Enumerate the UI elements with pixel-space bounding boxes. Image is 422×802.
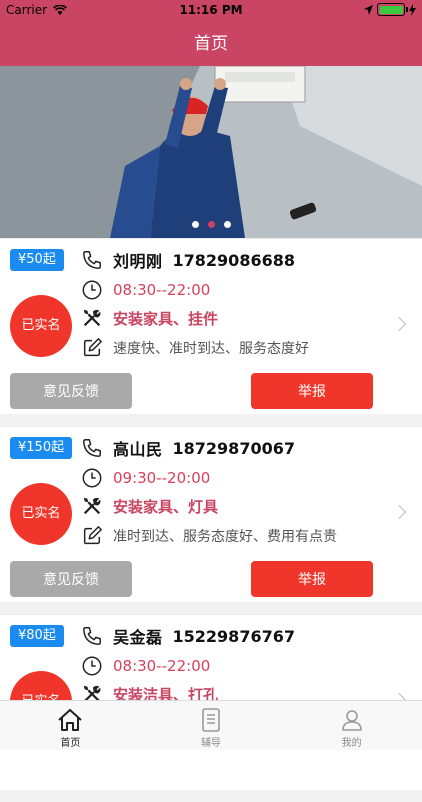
carousel-dots[interactable] [0, 221, 422, 228]
banner-image [0, 66, 422, 238]
status-time: 11:16 PM [179, 3, 243, 17]
tab-home[interactable]: 首页 [0, 701, 141, 750]
review-text: 速度快、准时到达、服务态度好 [113, 341, 309, 357]
price-badge: ¥50起 [10, 249, 64, 271]
worker-phone[interactable]: 15229876767 [173, 627, 295, 646]
service-type: 安装家具、灯具 [113, 497, 219, 516]
battery-icon [377, 3, 408, 16]
worker-name: 吴金磊 [113, 628, 163, 647]
tools-icon [80, 494, 104, 518]
verified-avatar: 已实名 [10, 295, 72, 357]
document-icon [141, 706, 282, 734]
worker-name: 刘明刚 [113, 252, 163, 271]
worker-phone[interactable]: 17829086688 [173, 251, 295, 270]
tab-home-label: 首页 [60, 738, 81, 749]
home-icon [0, 706, 141, 734]
service-type: 安装家具、挂件 [113, 309, 219, 328]
price-badge: ¥80起 [10, 625, 64, 647]
worker-card[interactable]: ¥150起 已实名 高山民 18729870067 09:30--20:00 安… [0, 426, 422, 602]
work-hours: 08:30--22:00 [113, 657, 211, 675]
clock-icon [80, 654, 104, 678]
carousel-dot[interactable] [191, 221, 199, 228]
worker-phone[interactable]: 18729870067 [173, 439, 295, 458]
phone-icon[interactable] [80, 436, 104, 460]
report-button[interactable]: 举报 [251, 373, 373, 409]
report-button[interactable]: 举报 [251, 561, 373, 597]
clock-icon [80, 278, 104, 302]
phone-icon[interactable] [80, 248, 104, 272]
carousel-dot[interactable] [223, 221, 231, 228]
charging-icon [409, 3, 416, 16]
tab-mine[interactable]: 我的 [281, 701, 422, 750]
feedback-button[interactable]: 意见反馈 [10, 373, 132, 409]
chevron-right-icon[interactable] [391, 504, 407, 520]
phone-icon[interactable] [80, 624, 104, 648]
location-icon [364, 4, 373, 15]
work-hours: 08:30--22:00 [113, 281, 211, 299]
chevron-right-icon[interactable] [391, 316, 407, 332]
tab-tutor-label: 辅导 [201, 738, 221, 749]
person-icon [281, 706, 422, 734]
banner-carousel[interactable] [0, 66, 422, 238]
review-text: 准时到达、服务态度好、费用有点贵 [113, 529, 337, 545]
work-hours: 09:30--20:00 [113, 469, 211, 487]
tab-mine-label: 我的 [341, 738, 362, 749]
price-badge: ¥150起 [10, 437, 73, 459]
edit-icon [80, 336, 104, 360]
tab-tutor[interactable]: 辅导 [141, 701, 282, 750]
tools-icon [80, 306, 104, 330]
feedback-button[interactable]: 意见反馈 [10, 561, 132, 597]
verified-avatar: 已实名 [10, 483, 72, 545]
carousel-dot-active[interactable] [207, 221, 215, 228]
nav-bar: 首页 [0, 22, 422, 66]
clock-icon [80, 466, 104, 490]
worker-name: 高山民 [113, 440, 163, 459]
page-title: 首页 [194, 34, 228, 54]
status-bar: Carrier 11:16 PM [0, 0, 422, 22]
tab-bar: 首页 辅导 我的 [0, 700, 422, 750]
worker-card[interactable]: ¥50起 已实名 刘明刚 17829086688 08:30--22:00 安装… [0, 238, 422, 414]
edit-icon [80, 524, 104, 548]
